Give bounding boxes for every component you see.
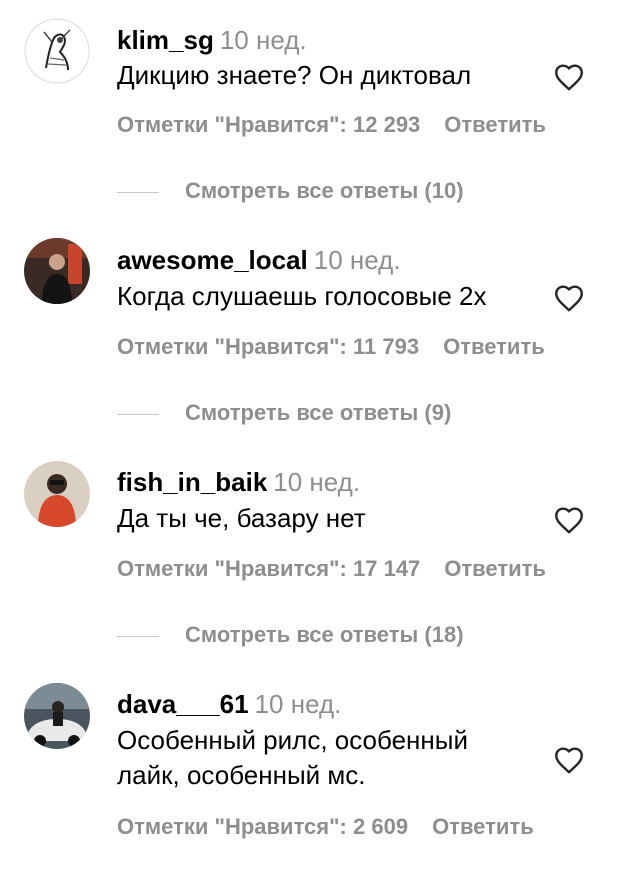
comment-text: Когда слушаешь голосовые 2х xyxy=(117,281,487,311)
likes-count[interactable]: Отметки "Нравится": 12 293 xyxy=(117,112,420,137)
reply-button[interactable]: Ответить xyxy=(444,556,546,581)
view-replies-button[interactable]: Смотреть все ответы (10) xyxy=(117,177,464,205)
comment-text: Особенный рилс, особенный лайк, особенны… xyxy=(117,723,537,793)
heart-icon[interactable] xyxy=(552,743,586,777)
reply-button[interactable]: Ответить xyxy=(432,814,534,839)
avatar[interactable] xyxy=(24,238,90,304)
comment-header: awesome_local 10 нед. xyxy=(117,244,401,281)
comment-header: dava___61 10 нед. xyxy=(117,688,341,725)
avatar[interactable] xyxy=(24,18,90,84)
comment-username[interactable]: awesome_local xyxy=(117,245,308,275)
comment-time[interactable]: 10 нед. xyxy=(273,467,360,497)
comment-header: klim_sg 10 нед. xyxy=(117,24,307,61)
avatar[interactable] xyxy=(24,461,90,527)
view-replies-label: Смотреть все ответы (18) xyxy=(185,622,464,647)
view-replies-label: Смотреть все ответы (9) xyxy=(185,400,452,425)
comment-time[interactable]: 10 нед. xyxy=(314,245,401,275)
divider-line xyxy=(117,413,159,415)
comment-text: Дикцию знаете? Он диктовал xyxy=(117,60,472,90)
avatar[interactable] xyxy=(24,683,90,749)
comment-meta: Отметки "Нравится": 11 793 Ответить xyxy=(117,333,545,361)
comment-meta: Отметки "Нравится": 2 609 Ответить xyxy=(117,813,534,841)
view-replies-button[interactable]: Смотреть все ответы (9) xyxy=(117,399,451,427)
comment-meta: Отметки "Нравится": 17 147 Ответить xyxy=(117,555,546,583)
comment-meta: Отметки "Нравится": 12 293 Ответить xyxy=(117,111,546,139)
divider-line xyxy=(117,635,159,637)
reply-button[interactable]: Ответить xyxy=(443,334,545,359)
comment-time[interactable]: 10 нед. xyxy=(220,25,307,55)
likes-count[interactable]: Отметки "Нравится": 17 147 xyxy=(117,556,420,581)
comment-username[interactable]: dava___61 xyxy=(117,689,249,719)
comment-text: Да ты че, базару нет xyxy=(117,503,366,533)
likes-count[interactable]: Отметки "Нравится": 11 793 xyxy=(117,334,419,359)
heart-icon[interactable] xyxy=(552,60,586,94)
comment-username[interactable]: fish_in_baik xyxy=(117,467,267,497)
heart-icon[interactable] xyxy=(552,503,586,537)
view-replies-label: Смотреть все ответы (10) xyxy=(185,178,464,203)
comment-username[interactable]: klim_sg xyxy=(117,25,214,55)
heart-icon[interactable] xyxy=(552,281,586,315)
comment-text-line: лайк, особенный мс. xyxy=(117,760,366,790)
comment-time[interactable]: 10 нед. xyxy=(255,689,342,719)
comment-text-line: Особенный рилс, особенный xyxy=(117,725,468,755)
likes-count[interactable]: Отметки "Нравится": 2 609 xyxy=(117,814,408,839)
view-replies-button[interactable]: Смотреть все ответы (18) xyxy=(117,621,464,649)
divider-line xyxy=(117,191,159,193)
reply-button[interactable]: Ответить xyxy=(444,112,546,137)
comment-header: fish_in_baik 10 нед. xyxy=(117,466,360,503)
